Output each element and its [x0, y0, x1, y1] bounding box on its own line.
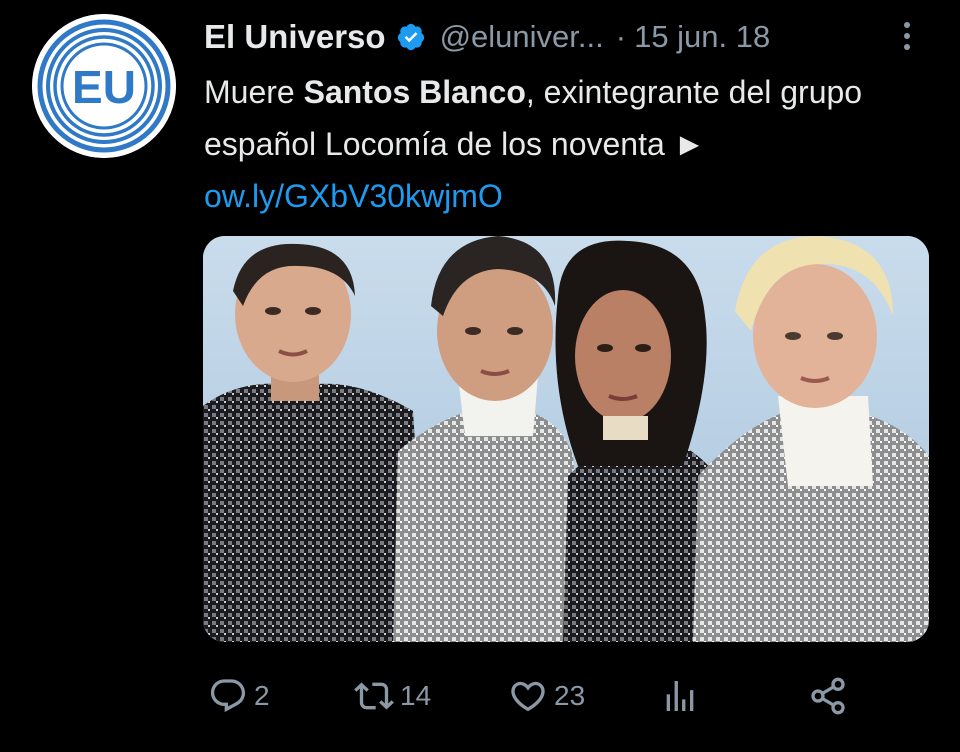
author-handle[interactable]: @eluniver... — [440, 19, 604, 55]
reply-count: 2 — [254, 680, 270, 711]
like-button[interactable]: 23 — [508, 674, 585, 718]
author-name[interactable]: El Universo — [204, 18, 386, 56]
share-button[interactable] — [808, 674, 848, 718]
tweet-header: El Universo @eluniver... · 15 jun. 18 — [204, 14, 934, 60]
like-count: 23 — [554, 680, 586, 711]
retweet-icon — [354, 682, 394, 710]
retweet-count: 14 — [400, 680, 432, 711]
more-vertical-icon — [904, 22, 910, 28]
avatar[interactable]: EU — [32, 14, 176, 158]
el-universo-logo: EU — [32, 14, 176, 158]
analytics-icon — [666, 681, 694, 711]
tweet[interactable]: EU El Universo @eluniver... · 15 jun. 18… — [0, 0, 960, 752]
more-options-button[interactable] — [893, 18, 921, 54]
tweet-actions: 2 14 23 — [204, 674, 904, 718]
retweet-button[interactable]: 14 — [354, 674, 431, 718]
separator-dot: · — [615, 19, 627, 54]
tweet-text-bold: Santos Blanco — [303, 74, 526, 110]
verified-badge-icon — [397, 23, 424, 51]
tweet-date[interactable]: 15 jun. 18 — [634, 19, 770, 55]
heart-icon — [511, 681, 545, 712]
views-button[interactable] — [660, 674, 700, 718]
reply-icon — [210, 679, 246, 713]
tweet-text: Muere Santos Blanco, exintegrante del gr… — [204, 66, 934, 222]
tweet-text-part1: Muere — [204, 74, 304, 110]
tweet-photo[interactable] — [203, 236, 929, 642]
tweet-link[interactable]: ow.ly/GXbV30kwjmO — [204, 178, 503, 214]
reply-button[interactable]: 2 — [208, 674, 270, 718]
band-photo-image — [203, 236, 929, 642]
share-icon — [811, 677, 845, 715]
svg-text:EU: EU — [72, 61, 136, 113]
